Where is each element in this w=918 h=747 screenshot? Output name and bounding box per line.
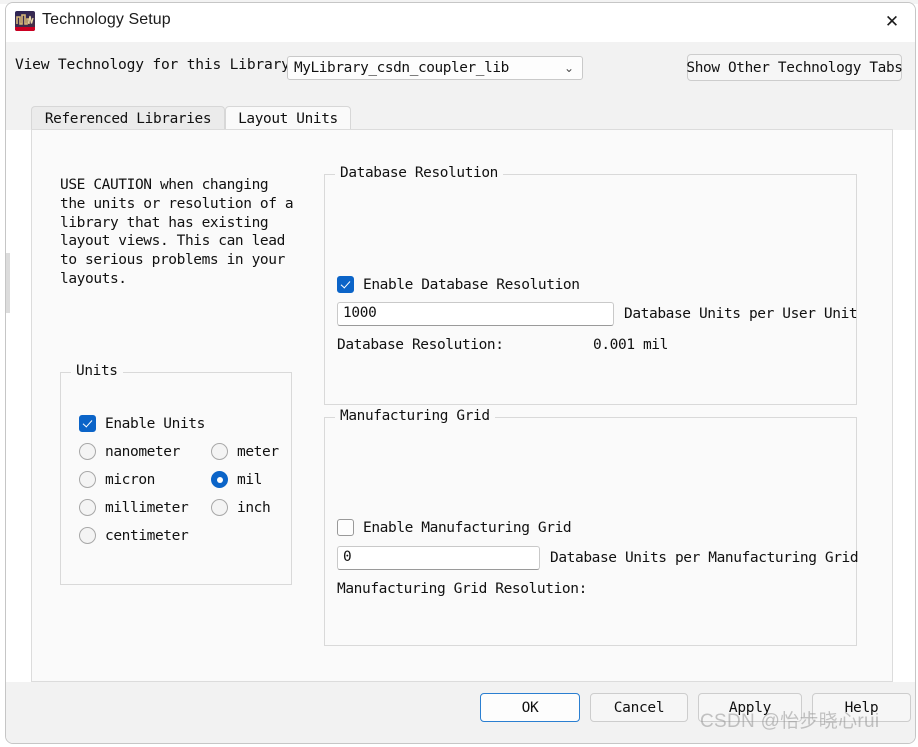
database-units-input-value: 1000 [343,305,377,321]
unit-radio-meter[interactable] [211,443,228,460]
database-resolution-group: Database Resolution Enable Database Reso… [324,165,858,405]
units-group-legend: Units [71,363,123,379]
unit-label-millimeter: millimeter [105,499,189,516]
tab-layout-units[interactable]: Layout Units [225,106,351,130]
manufacturing-grid-group: Manufacturing Grid Enable Manufacturing … [324,408,859,646]
enable-database-resolution-label: Enable Database Resolution [363,276,580,293]
unit-radio-nanometer[interactable] [79,443,96,460]
manufacturing-grid-group-legend: Manufacturing Grid [335,408,495,424]
help-button-label: Help [844,699,879,716]
enable-units-label: Enable Units [105,415,205,432]
waveform-app-icon [15,11,35,31]
unit-radio-millimeter[interactable] [79,499,96,516]
dialog-title: Technology Setup [42,11,171,28]
unit-option-nanometer[interactable]: nanometer [79,443,180,460]
tab-strip: Referenced Libraries Layout Units [6,92,915,130]
enable-manufacturing-grid-checkbox[interactable] [337,519,354,536]
caution-text: USE CAUTION when changing the units or r… [60,177,294,287]
close-icon[interactable]: ✕ [869,3,915,41]
window-left-edge-artifact [6,253,10,313]
library-selector-row: View Technology for this Library: MyLibr… [6,42,915,92]
show-other-technology-tabs-label: Show Other Technology Tabs [686,59,903,76]
unit-label-centimeter: centimeter [105,527,189,544]
tab-referenced-libraries-label: Referenced Libraries [44,110,212,127]
manufacturing-grid-units-side-label: Database Units per Manufacturing Grid [550,550,859,566]
ok-button[interactable]: OK [480,693,580,722]
unit-radio-mil[interactable] [211,471,228,488]
apply-button-label: Apply [728,699,772,716]
tab-referenced-libraries[interactable]: Referenced Libraries [31,106,225,130]
enable-units-row[interactable]: Enable Units [79,415,205,432]
manufacturing-grid-resolution-readout-label: Manufacturing Grid Resolution: [337,581,587,597]
database-units-input-side-label: Database Units per User Unit [624,306,858,322]
chevron-down-icon: ⌄ [563,61,574,75]
dialog-titlebar: Technology Setup ✕ [6,3,915,42]
library-dropdown[interactable]: MyLibrary_csdn_coupler_lib ⌄ [287,56,583,80]
ok-button-label: OK [521,699,539,716]
unit-radio-inch[interactable] [211,499,228,516]
enable-database-resolution-row[interactable]: Enable Database Resolution [337,276,580,293]
unit-option-mil[interactable]: mil [211,471,262,488]
technology-setup-dialog: Technology Setup ✕ View Technology for t… [5,2,916,744]
manufacturing-grid-units-input-value: 0 [343,549,352,565]
dialog-footer: OK Cancel Apply Help [6,682,915,743]
cancel-button-label: Cancel [613,699,665,716]
database-units-input[interactable]: 1000 [337,302,614,326]
unit-label-meter: meter [237,443,279,460]
layout-units-panel: USE CAUTION when changing the units or r… [31,129,893,682]
unit-label-nanometer: nanometer [105,443,180,460]
app-icon-red-band [15,27,35,31]
unit-radio-centimeter[interactable] [79,527,96,544]
manufacturing-grid-units-input[interactable]: 0 [337,546,540,570]
unit-option-inch[interactable]: inch [211,499,271,516]
unit-option-millimeter[interactable]: millimeter [79,499,189,516]
unit-option-meter[interactable]: meter [211,443,279,460]
unit-label-inch: inch [237,499,271,516]
unit-option-micron[interactable]: micron [79,471,155,488]
unit-radio-micron[interactable] [79,471,96,488]
units-group: Units Enable Units nanometer micron mill… [60,363,292,585]
enable-manufacturing-grid-row[interactable]: Enable Manufacturing Grid [337,519,572,536]
enable-database-resolution-checkbox[interactable] [337,276,354,293]
unit-label-mil: mil [237,471,262,488]
unit-option-centimeter[interactable]: centimeter [79,527,189,544]
enable-manufacturing-grid-label: Enable Manufacturing Grid [363,519,572,536]
cancel-button[interactable]: Cancel [590,693,688,722]
database-resolution-readout-value: 0.001 mil [593,337,668,353]
apply-button[interactable]: Apply [698,693,802,722]
tab-layout-units-label: Layout Units [238,110,338,127]
close-icon-glyph: ✕ [884,11,900,32]
library-dropdown-value: MyLibrary_csdn_coupler_lib [294,60,509,76]
database-resolution-group-legend: Database Resolution [335,165,503,181]
unit-label-micron: micron [105,471,155,488]
enable-units-checkbox[interactable] [79,415,96,432]
database-resolution-readout-label: Database Resolution: [337,337,504,353]
help-button[interactable]: Help [812,693,911,722]
library-label: View Technology for this Library: [15,56,299,73]
show-other-technology-tabs-button[interactable]: Show Other Technology Tabs [686,54,903,81]
